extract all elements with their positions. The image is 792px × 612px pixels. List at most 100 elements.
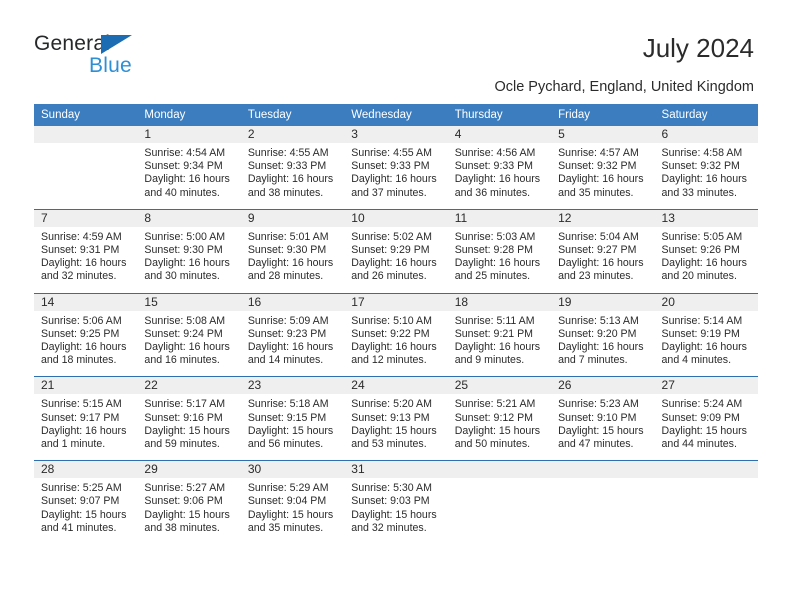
sunset-text: Sunset: 9:27 PM	[558, 244, 637, 257]
calendar-day-cell[interactable]: 14 Sunrise: 5:06 AM Sunset: 9:25 PM Dayligh…	[34, 293, 138, 377]
daylight-text: and 1 minute.	[41, 438, 106, 451]
day-details: Sunrise: 4:59 AM Sunset: 9:31 PM Daylight:…	[34, 227, 137, 293]
day-details: Sunrise: 5:27 AM Sunset: 9:06 PM Daylight:…	[137, 478, 240, 544]
sunrise-text: Sunrise: 4:55 AM	[351, 147, 432, 159]
daylight-text: and 12 minutes.	[351, 354, 427, 367]
sunrise-text: Sunrise: 4:56 AM	[454, 147, 536, 159]
general-blue-logo[interactable]: General Blue	[34, 32, 234, 84]
calendar-week-row: 14 Sunrise: 5:06 AM Sunset: 9:25 PM Dayligh…	[34, 292, 758, 377]
day-details: Sunrise: 4:57 AM Sunset: 9:32 PM Daylight:…	[551, 143, 654, 209]
calendar-day-cell[interactable]: 11 Sunrise: 5:03 AM Sunset: 9:28 PM Dayligh…	[447, 209, 552, 293]
day-number: 4	[447, 126, 552, 143]
calendar-day-cell[interactable]: 10 Sunrise: 5:02 AM Sunset: 9:29 PM Dayligh…	[344, 209, 448, 293]
day-number: 3	[344, 126, 448, 143]
daylight-text: and 23 minutes.	[558, 270, 634, 283]
day-details	[448, 478, 551, 543]
daylight-text: and 9 minutes.	[454, 354, 525, 367]
sunset-text: Sunset: 9:25 PM	[41, 327, 120, 340]
sunset-text: Sunset: 9:30 PM	[144, 244, 223, 257]
day-details: Sunrise: 4:55 AM Sunset: 9:33 PM Daylight:…	[241, 143, 344, 209]
day-details: Sunrise: 5:14 AM Sunset: 9:19 PM Daylight:…	[655, 311, 758, 377]
sunrise-text: Sunrise: 5:04 AM	[558, 230, 639, 243]
daylight-text: Daylight: 15 hours	[247, 508, 334, 521]
calendar-day-cell[interactable]: 16 Sunrise: 5:09 AM Sunset: 9:23 PM Dayligh…	[240, 293, 345, 377]
calendar-day-cell[interactable]: 7 Sunrise: 4:59 AM Sunset: 9:31 PM Daylight…	[34, 209, 138, 293]
calendar-day-cell[interactable]: 21 Sunrise: 5:15 AM Sunset: 9:17 PM Dayligh…	[34, 377, 138, 461]
day-number	[34, 126, 138, 143]
calendar-day-cell[interactable]: 25 Sunrise: 5:21 AM Sunset: 9:12 PM Dayligh…	[447, 377, 552, 461]
day-details: Sunrise: 5:17 AM Sunset: 9:16 PM Daylight:…	[137, 394, 240, 460]
calendar-day-cell[interactable]: 19 Sunrise: 5:13 AM Sunset: 9:20 PM Dayligh…	[551, 293, 655, 377]
calendar-day-cell[interactable]: 9 Sunrise: 5:01 AM Sunset: 9:30 PM Daylight…	[240, 209, 345, 293]
calendar-day-cell[interactable]: 12 Sunrise: 5:04 AM Sunset: 9:27 PM Dayligh…	[551, 209, 655, 293]
calendar-day-cell[interactable]: 2 Sunrise: 4:55 AM Sunset: 9:33 PM Daylight…	[240, 126, 345, 209]
calendar-day-cell[interactable]: 8 Sunrise: 5:00 AM Sunset: 9:30 PM Daylight…	[137, 209, 241, 293]
sunrise-text: Sunrise: 4:57 AM	[558, 147, 639, 159]
sunset-text: Sunset: 9:22 PM	[351, 327, 430, 340]
calendar-day-cell[interactable]: 30 Sunrise: 5:29 AM Sunset: 9:04 PM Dayligh…	[240, 461, 345, 545]
sunset-text: Sunset: 9:16 PM	[144, 411, 223, 424]
calendar-day-cell[interactable]: 5 Sunrise: 4:57 AM Sunset: 9:32 PM Daylight…	[551, 126, 655, 209]
day-details: Sunrise: 5:11 AM Sunset: 9:21 PM Daylight:…	[448, 311, 551, 377]
calendar-day-cell[interactable]: 3 Sunrise: 4:55 AM Sunset: 9:33 PM Daylight…	[344, 126, 448, 209]
day-number: 12	[551, 209, 655, 227]
day-details	[34, 143, 137, 208]
daylight-text: and 33 minutes.	[661, 186, 737, 199]
day-details: Sunrise: 5:20 AM Sunset: 9:13 PM Daylight:…	[344, 394, 447, 460]
day-number: 1	[137, 126, 241, 143]
day-details: Sunrise: 5:05 AM Sunset: 9:26 PM Daylight:…	[655, 227, 758, 293]
calendar-day-cell[interactable]: 6 Sunrise: 4:58 AM Sunset: 9:32 PM Daylight…	[654, 126, 758, 209]
calendar-day-cell[interactable]: 20 Sunrise: 5:14 AM Sunset: 9:19 PM Dayligh…	[654, 293, 758, 377]
day-details: Sunrise: 5:02 AM Sunset: 9:29 PM Daylight:…	[344, 227, 447, 293]
daylight-text: and 53 minutes.	[351, 438, 427, 451]
day-details: Sunrise: 5:15 AM Sunset: 9:17 PM Daylight:…	[34, 394, 137, 460]
calendar-day-cell[interactable]: 24 Sunrise: 5:20 AM Sunset: 9:13 PM Dayligh…	[344, 377, 448, 461]
calendar-day-cell[interactable]: 13 Sunrise: 5:05 AM Sunset: 9:26 PM Dayligh…	[654, 209, 758, 293]
daylight-text: and 14 minutes.	[247, 354, 324, 367]
calendar-day-cell[interactable]: 18 Sunrise: 5:11 AM Sunset: 9:21 PM Dayligh…	[447, 293, 552, 377]
calendar-day-cell[interactable]: 22 Sunrise: 5:17 AM Sunset: 9:16 PM Dayligh…	[137, 377, 241, 461]
daylight-text: and 4 minutes.	[661, 354, 732, 367]
day-number: 17	[344, 293, 448, 311]
day-number: 18	[447, 293, 552, 311]
sunrise-text: Sunrise: 5:21 AM	[454, 398, 536, 411]
sunrise-text: Sunrise: 4:59 AM	[41, 230, 122, 243]
calendar-day-cell[interactable]: 1 Sunrise: 4:54 AM Sunset: 9:34 PM Daylight…	[137, 126, 241, 209]
sunset-text: Sunset: 9:10 PM	[558, 411, 637, 424]
day-number: 30	[240, 461, 345, 479]
day-details: Sunrise: 5:18 AM Sunset: 9:15 PM Daylight:…	[241, 394, 344, 460]
sunrise-text: Sunrise: 5:29 AM	[247, 482, 329, 495]
sunrise-text: Sunrise: 5:23 AM	[558, 398, 639, 411]
sunrise-text: Sunrise: 5:15 AM	[41, 398, 122, 411]
day-number: 20	[654, 293, 758, 311]
daylight-text: Daylight: 16 hours	[144, 173, 230, 186]
page-title: July 2024	[642, 33, 754, 63]
sunset-text: Sunset: 9:33 PM	[454, 160, 534, 173]
calendar-day-cell[interactable]: 4 Sunrise: 4:56 AM Sunset: 9:33 PM Daylight…	[447, 126, 552, 209]
day-details	[551, 478, 654, 543]
sunrise-text: Sunrise: 5:13 AM	[558, 314, 639, 327]
daylight-text: Daylight: 15 hours	[454, 424, 541, 437]
weekday-header-tuesday: Tuesday	[247, 109, 292, 121]
calendar-day-cell[interactable]: 29 Sunrise: 5:27 AM Sunset: 9:06 PM Dayligh…	[137, 461, 241, 545]
day-details: Sunrise: 5:23 AM Sunset: 9:10 PM Daylight:…	[551, 394, 654, 460]
calendar-day-cell[interactable]: 27 Sunrise: 5:24 AM Sunset: 9:09 PM Dayligh…	[654, 377, 758, 461]
day-number: 14	[34, 293, 138, 311]
daylight-text: and 26 minutes.	[351, 270, 427, 283]
calendar-day-cell[interactable]: 26 Sunrise: 5:23 AM Sunset: 9:10 PM Dayligh…	[551, 377, 655, 461]
day-details: Sunrise: 5:09 AM Sunset: 9:23 PM Daylight:…	[241, 311, 344, 377]
daylight-text: Daylight: 16 hours	[41, 341, 127, 354]
calendar-day-cell[interactable]: 31 Sunrise: 5:30 AM Sunset: 9:03 PM Dayligh…	[344, 461, 448, 545]
sunset-text: Sunset: 9:28 PM	[454, 244, 534, 257]
day-number: 9	[240, 209, 345, 227]
calendar-day-cell[interactable]: 17 Sunrise: 5:10 AM Sunset: 9:22 PM Dayligh…	[344, 293, 448, 377]
sunset-text: Sunset: 9:20 PM	[558, 327, 637, 340]
day-number: 27	[654, 377, 758, 395]
calendar-day-cell[interactable]: 28 Sunrise: 5:25 AM Sunset: 9:07 PM Dayligh…	[34, 461, 138, 545]
calendar-day-cell[interactable]: 15 Sunrise: 5:08 AM Sunset: 9:24 PM Dayligh…	[137, 293, 241, 377]
sunrise-text: Sunrise: 5:14 AM	[661, 314, 743, 327]
calendar-day-cell[interactable]: 23 Sunrise: 5:18 AM Sunset: 9:15 PM Dayligh…	[240, 377, 345, 461]
day-details: Sunrise: 5:13 AM Sunset: 9:20 PM Daylight:…	[551, 311, 654, 377]
day-details: Sunrise: 5:04 AM Sunset: 9:27 PM Daylight:…	[551, 227, 654, 293]
sunrise-text: Sunrise: 5:09 AM	[247, 314, 329, 327]
